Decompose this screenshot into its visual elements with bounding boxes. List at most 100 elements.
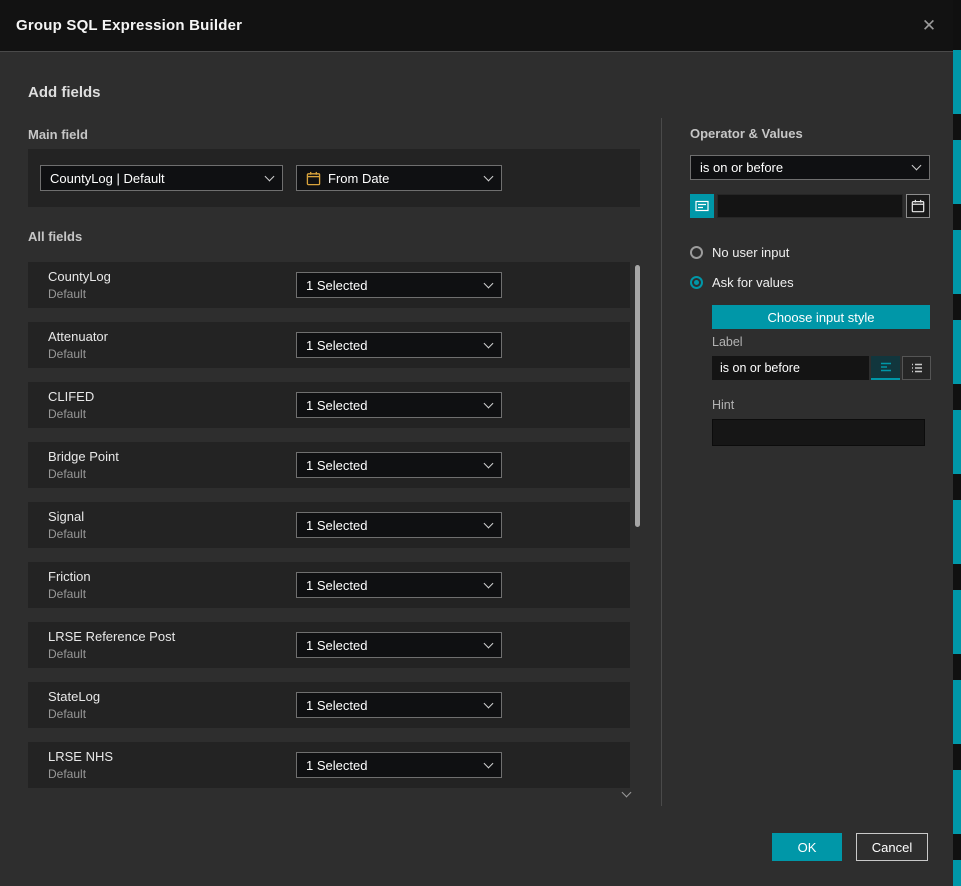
main-field-dropdown[interactable]: From Date [296,165,502,191]
chevron-down-icon [484,338,494,348]
single-line-input-style-button[interactable] [871,356,900,380]
field-selection-dropdown[interactable]: 1 Selected [296,272,502,298]
selection-value: 1 Selected [306,758,367,773]
field-row: Attenuator Default 1 Selected [28,322,630,368]
edge-accent-segment [953,410,961,474]
selection-value: 1 Selected [306,518,367,533]
field-row: StateLog Default 1 Selected [28,682,630,728]
field-name: Bridge Point [48,449,119,464]
hint-input[interactable] [712,419,925,446]
column-divider [661,118,662,806]
no-user-input-radio[interactable]: No user input [690,245,789,260]
hint-caption: Hint [712,398,734,412]
chevron-down-icon [484,278,494,288]
field-name: Friction [48,569,91,584]
field-selection-dropdown[interactable]: 1 Selected [296,572,502,598]
operator-dropdown[interactable]: is on or before [690,155,930,180]
list-scrollbar[interactable] [635,265,640,527]
edge-accent-segment [953,500,961,564]
edge-accent-segment [953,50,961,114]
value-type-button[interactable] [690,194,714,218]
chevron-down-icon [265,171,275,181]
label-input[interactable] [712,356,869,380]
chevron-down-icon [484,698,494,708]
align-left-icon [879,360,893,374]
field-subtitle: Default [48,587,86,601]
selection-value: 1 Selected [306,458,367,473]
cancel-button[interactable]: Cancel [856,833,928,861]
field-name: StateLog [48,689,100,704]
value-date-input[interactable] [717,194,903,218]
text-box-icon [695,199,709,213]
field-row: Bridge Point Default 1 Selected [28,442,630,488]
edge-accent-segment [953,320,961,384]
layer-dropdown-value: CountyLog | Default [50,171,165,186]
selection-value: 1 Selected [306,578,367,593]
field-subtitle: Default [48,767,86,781]
chevron-down-icon [484,758,494,768]
all-fields-label: All fields [28,229,82,244]
ask-for-values-radio[interactable]: Ask for values [690,275,794,290]
edge-accent-segment [953,860,961,886]
field-row: CLIFED Default 1 Selected [28,382,630,428]
field-selection-dropdown[interactable]: 1 Selected [296,332,502,358]
chevron-down-icon [484,458,494,468]
group-sql-expression-builder-dialog: Group SQL Expression Builder ✕ Add field… [0,0,961,886]
operator-dropdown-value: is on or before [700,160,783,175]
right-edge-accent-strip [953,0,961,886]
field-name: Signal [48,509,84,524]
field-row: Friction Default 1 Selected [28,562,630,608]
selection-value: 1 Selected [306,398,367,413]
field-name: CLIFED [48,389,94,404]
field-subtitle: Default [48,527,86,541]
selection-value: 1 Selected [306,338,367,353]
field-subtitle: Default [48,647,86,661]
ok-button[interactable]: OK [772,833,842,861]
dialog-header: Group SQL Expression Builder ✕ [0,0,961,52]
field-name: LRSE NHS [48,749,113,764]
selection-value: 1 Selected [306,698,367,713]
add-fields-heading: Add fields [28,84,101,101]
field-name: Attenuator [48,329,108,344]
field-row: CountyLog Default 1 Selected [28,262,630,308]
field-selection-dropdown[interactable]: 1 Selected [296,512,502,538]
field-row: LRSE Reference Post Default 1 Selected [28,622,630,668]
chevron-down-icon [484,518,494,528]
radio-label: No user input [712,245,789,260]
calendar-icon [306,171,321,186]
field-name: CountyLog [48,269,111,284]
field-subtitle: Default [48,407,86,421]
field-selection-dropdown[interactable]: 1 Selected [296,752,502,778]
radio-selected-icon[interactable] [690,276,703,289]
label-caption: Label [712,335,743,349]
layer-dropdown[interactable]: CountyLog | Default [40,165,283,191]
field-name: LRSE Reference Post [48,629,175,644]
choose-input-style-button[interactable]: Choose input style [712,305,930,329]
operator-values-heading: Operator & Values [690,126,803,141]
dialog-title: Group SQL Expression Builder [16,0,242,52]
edge-accent-segment [953,590,961,654]
date-picker-button[interactable] [906,194,930,218]
field-subtitle: Default [48,467,86,481]
close-icon[interactable]: ✕ [917,14,941,38]
field-selection-dropdown[interactable]: 1 Selected [296,632,502,658]
chevron-down-icon [484,638,494,648]
radio-label: Ask for values [712,275,794,290]
chevron-down-icon [484,171,494,181]
edge-accent-segment [953,140,961,204]
field-subtitle: Default [48,707,86,721]
field-selection-dropdown[interactable]: 1 Selected [296,452,502,478]
field-selection-dropdown[interactable]: 1 Selected [296,392,502,418]
field-row: LRSE NHS Default 1 Selected [28,742,630,788]
list-icon [910,361,924,375]
list-input-style-button[interactable] [902,356,931,380]
chevron-down-icon [484,578,494,588]
chevron-down-icon [484,398,494,408]
field-subtitle: Default [48,287,86,301]
calendar-icon [911,199,925,213]
field-row: Signal Default 1 Selected [28,502,630,548]
field-selection-dropdown[interactable]: 1 Selected [296,692,502,718]
main-field-panel: CountyLog | Default From Date [28,149,640,207]
radio-icon[interactable] [690,246,703,259]
selection-value: 1 Selected [306,638,367,653]
